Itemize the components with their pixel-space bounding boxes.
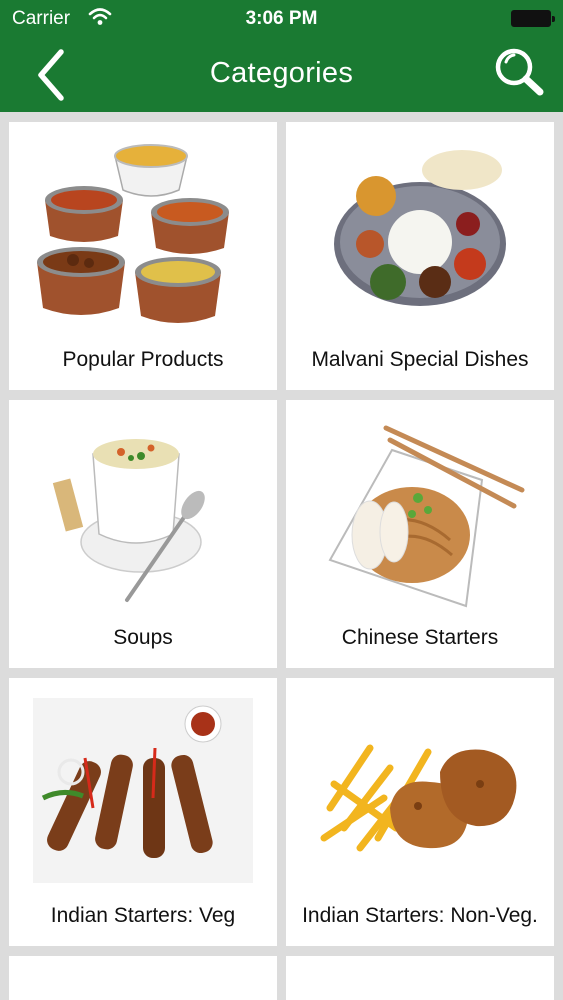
status-bar: Carrier 3:06 PM [0, 0, 563, 38]
category-label: Indian Starters: Veg [50, 904, 236, 927]
category-card-partial-left[interactable] [9, 956, 277, 1000]
category-card-soups[interactable]: Soups [9, 400, 277, 668]
noodles-plate-image [328, 425, 525, 608]
search-icon [495, 48, 544, 96]
soup-cup-image [52, 439, 205, 602]
curry-bowls-image [37, 144, 229, 323]
category-label: Malvani Special Dishes [311, 348, 529, 371]
search-button[interactable] [491, 44, 547, 100]
thali-platter-image [334, 150, 506, 306]
navigation-bar: Categories [0, 38, 563, 112]
category-card-indian-starters-veg[interactable]: Indian Starters: Veg [9, 678, 277, 946]
category-card-partial-right[interactable] [286, 956, 554, 1000]
category-label: Chinese Starters [341, 626, 499, 649]
clock-time: 3:06 PM [245, 8, 318, 29]
category-card-indian-starters-non-veg[interactable]: Indian Starters: Non-Veg. [286, 678, 554, 946]
category-card-popular-products[interactable]: Popular Products [9, 122, 277, 390]
category-label: Soups [113, 626, 173, 649]
kebab-skewers-image [33, 698, 253, 883]
category-card-malvani-special-dishes[interactable]: Malvani Special Dishes [286, 122, 554, 390]
page-title: Categories [209, 57, 354, 89]
category-label: Indian Starters: Non-Veg. [302, 904, 538, 927]
category-grid: Popular Products Malvani Special Dishes [0, 112, 563, 1000]
category-card-chinese-starters[interactable]: Chinese Starters [286, 400, 554, 668]
category-label: Popular Products [62, 348, 224, 371]
battery-icon [511, 10, 555, 27]
fried-chicken-fries-image [320, 744, 517, 852]
